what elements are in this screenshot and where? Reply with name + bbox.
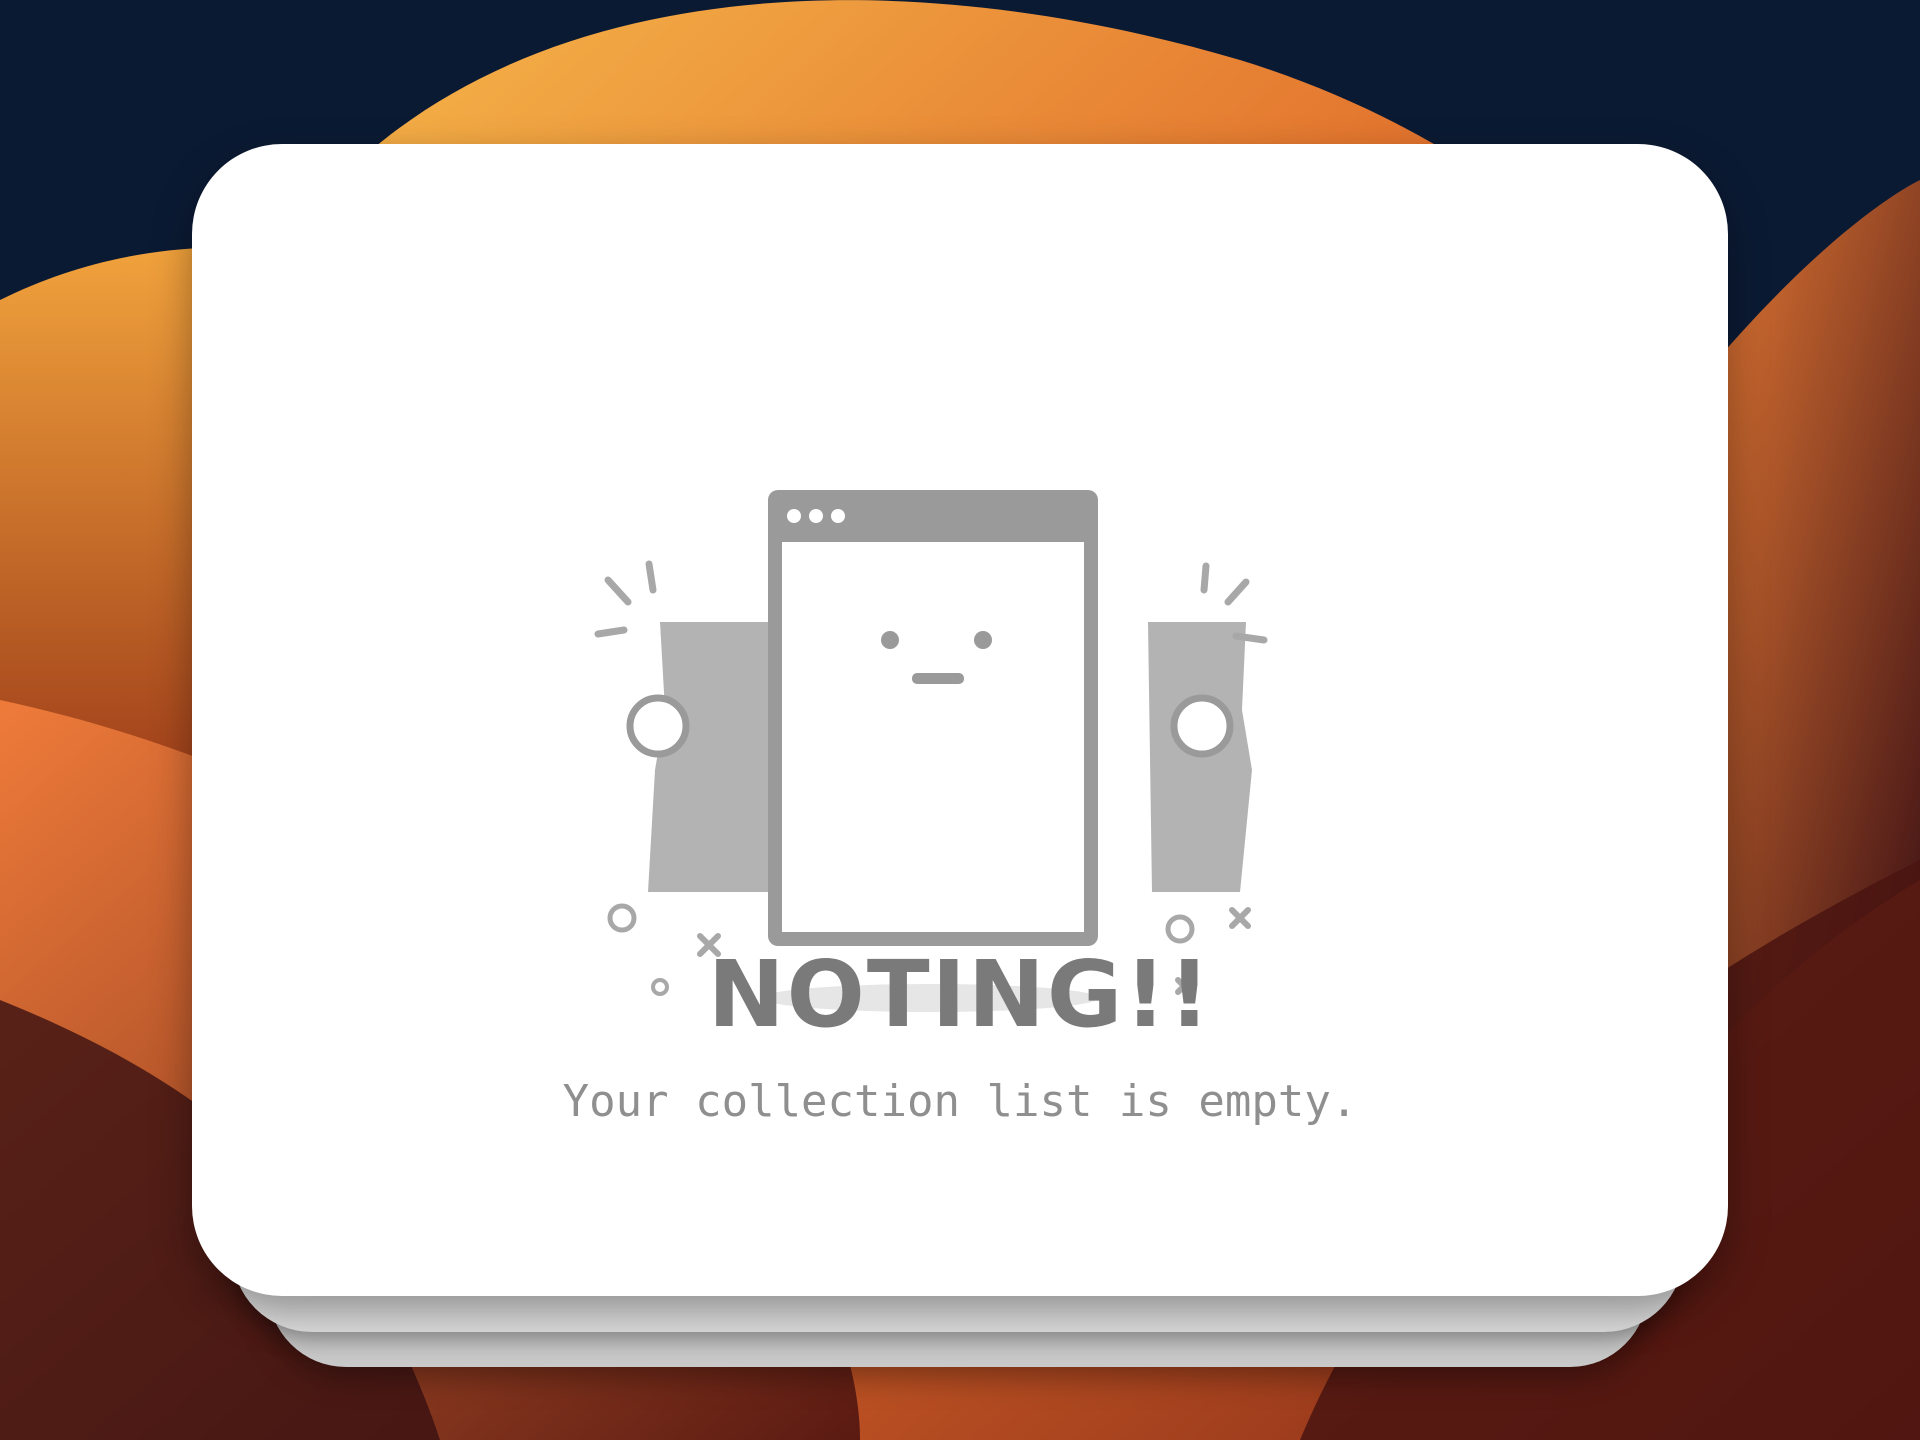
card-stack: NOTING!! Your collection list is empty.: [0, 0, 1920, 1440]
empty-state-title: NOTING!!: [707, 941, 1213, 1048]
empty-state-card: NOTING!! Your collection list is empty.: [192, 144, 1728, 1296]
empty-state-message: Your collection list is empty.: [562, 1076, 1358, 1127]
